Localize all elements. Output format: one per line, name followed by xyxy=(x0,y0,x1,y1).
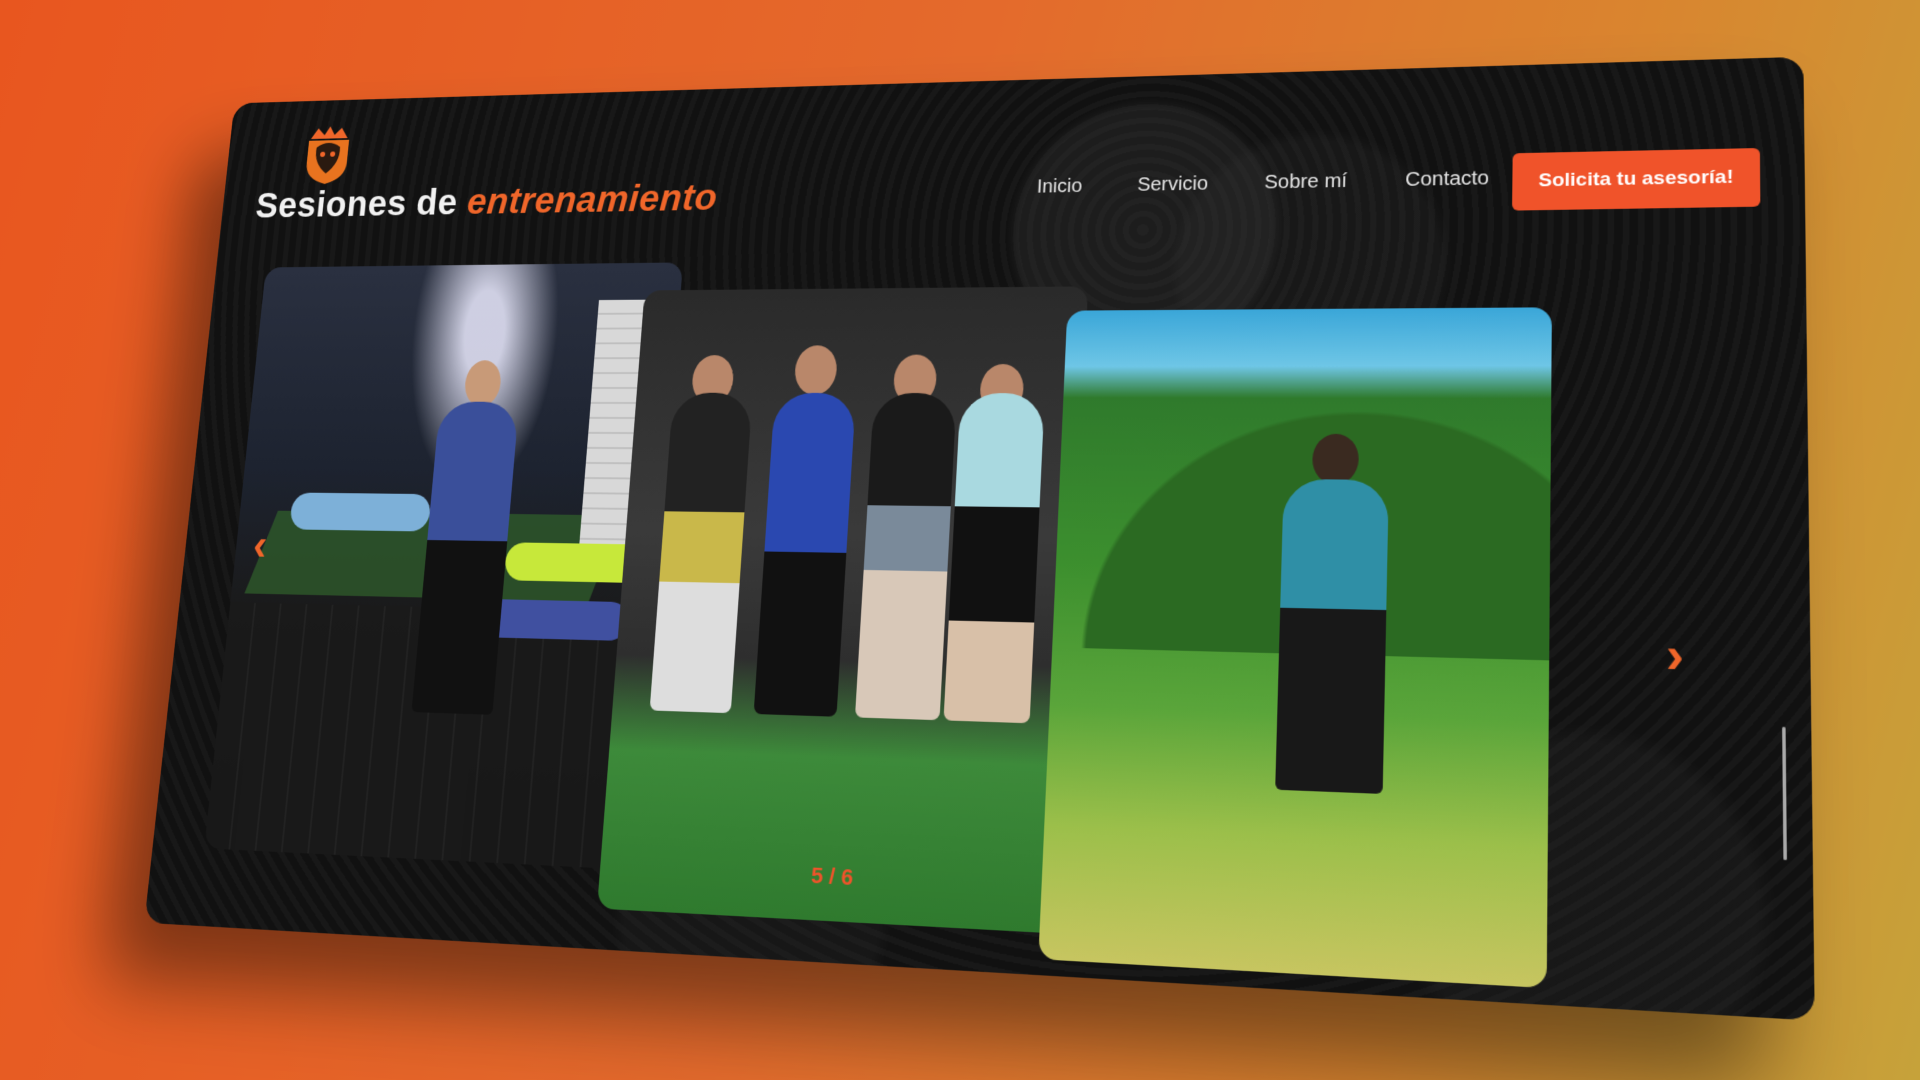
browser-page: Sesiones de entrenamiento Inicio Servici… xyxy=(144,57,1814,1021)
group-person xyxy=(650,393,753,713)
request-advice-button[interactable]: Solicita tu asesoría! xyxy=(1513,148,1761,211)
chevron-right-icon[interactable]: › xyxy=(1666,626,1684,686)
site-header: Sesiones de entrenamiento Inicio Servici… xyxy=(251,78,1760,250)
page-title: Sesiones de entrenamiento xyxy=(254,178,719,227)
nav-item-sobre-mi[interactable]: Sobre mí xyxy=(1264,170,1347,194)
carousel-slide-3[interactable] xyxy=(1038,307,1552,988)
trainer-figure xyxy=(1275,479,1389,794)
nav-item-servicio[interactable]: Servicio xyxy=(1137,173,1209,196)
group-person xyxy=(943,393,1044,723)
nav-item-contacto[interactable]: Contacto xyxy=(1405,168,1489,192)
person-head xyxy=(794,345,839,395)
page-title-main: Sesiones de xyxy=(254,183,459,226)
page-scrollbar[interactable] xyxy=(1782,727,1787,860)
group-person xyxy=(855,393,957,720)
carousel-slide-2[interactable] xyxy=(597,286,1088,933)
nav-item-inicio[interactable]: Inicio xyxy=(1036,176,1082,199)
lion-crest-icon[interactable] xyxy=(301,124,354,186)
page-title-accent: entrenamiento xyxy=(466,178,719,222)
group-person xyxy=(754,393,856,717)
trainer-head xyxy=(463,360,502,406)
person-exercising xyxy=(289,493,431,532)
main-nav: Inicio Servicio Sobre mí Contacto xyxy=(1036,168,1489,199)
photo-carousel: ‹ › 5 / 6 xyxy=(170,249,1778,927)
screenshot-stage: Sesiones de entrenamiento Inicio Servici… xyxy=(0,0,1920,1080)
slide-counter: 5 / 6 xyxy=(810,862,854,891)
